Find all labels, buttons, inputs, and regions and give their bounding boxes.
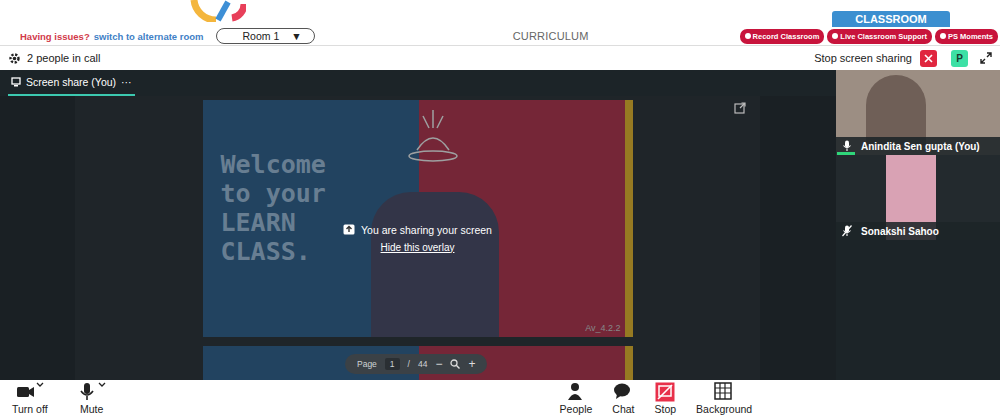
zoom-out-button[interactable]: −: [435, 357, 442, 371]
stop-sharing-label[interactable]: Stop screen sharing: [814, 52, 912, 64]
button-icon-row: [714, 382, 734, 402]
room-select[interactable]: Room 1 ▼: [216, 28, 315, 44]
page-separator: /: [408, 359, 410, 369]
issue-text: Having issues?: [20, 31, 90, 42]
chevron-down-icon[interactable]: [98, 382, 106, 388]
button-label: Stop: [655, 403, 677, 415]
stop-sharing-button[interactable]: [920, 50, 937, 67]
page-label: Page: [357, 359, 377, 369]
camera-icon: [16, 382, 36, 402]
stage-tabs: Screen share (You) ···: [0, 70, 836, 96]
stage: Screen share (You) ··· Welcometo yourLEARN…: [0, 70, 836, 380]
name-bar: Anindita Sen gupta (You): [836, 137, 1000, 155]
more-icon[interactable]: ···: [121, 76, 132, 88]
button-label: Background: [696, 403, 752, 415]
sharing-overlay: You are sharing your screen Hide this ove…: [75, 96, 760, 380]
call-bar: 2 people in call Stop screen sharing P: [0, 45, 1000, 70]
tab-label: Screen share (You): [26, 76, 116, 88]
record-dot-icon: [940, 33, 946, 39]
viewer-area: Welcometo yourLEARNCLASS.Av_4.2.2You are…: [0, 96, 836, 380]
close-icon: [924, 54, 933, 63]
media-controls: Turn off Mute: [8, 382, 110, 415]
dropdown-arrow-icon: ▼: [291, 30, 301, 42]
fullscreen-button[interactable]: [980, 52, 992, 64]
expand-icon: [980, 52, 992, 64]
action-label: PS Moments: [948, 32, 993, 41]
mic-icon: [842, 140, 852, 152]
header-action-button[interactable]: PS Moments: [935, 29, 998, 44]
button-icon-row: [78, 382, 106, 402]
chat-button[interactable]: Chat: [608, 382, 638, 415]
button-label: Turn off: [12, 403, 48, 415]
stop-icon: [655, 382, 675, 402]
name-bar: Sonakshi Sahoo: [836, 222, 1000, 240]
participant-tile[interactable]: Anindita Sen gupta (You): [836, 70, 1000, 155]
button-label: Mute: [80, 403, 103, 415]
header-actions: Record Classroom Live Classroom Support PS…: [740, 29, 998, 44]
external-link-icon[interactable]: [734, 102, 746, 114]
button-icon-row: [566, 382, 586, 402]
button-icon-row: [16, 382, 44, 402]
pdf-viewer: Welcometo yourLEARNCLASS.Av_4.2.2You are…: [75, 96, 760, 380]
camera-button[interactable]: Turn off: [8, 382, 52, 415]
header-top-row: CLASSROOM: [0, 0, 1000, 27]
gear-icon[interactable]: [8, 52, 21, 65]
video-frame: [866, 75, 926, 145]
button-label: People: [560, 403, 593, 415]
action-label: Live Classroom Support: [840, 32, 927, 41]
header-bottom-row: Having issues? switch to alternate room Ro…: [0, 27, 1000, 45]
chevron-down-icon[interactable]: [36, 382, 44, 388]
page-total: 44: [418, 359, 427, 369]
stop-button[interactable]: Stop: [651, 382, 681, 415]
switch-room-link[interactable]: switch to alternate room: [94, 31, 204, 42]
pdf-pager: Page 1 / 44− +: [345, 354, 487, 374]
avatar-badge[interactable]: P: [951, 50, 968, 67]
participant-name: Anindita Sen gupta (You): [861, 141, 980, 152]
curriculum-title[interactable]: CURRICULUM: [513, 30, 589, 42]
call-frame: 2 people in call Stop screen sharing P Scre…: [0, 45, 1000, 417]
stage-tab[interactable]: Screen share (You) ···: [8, 70, 135, 96]
background-button[interactable]: Background: [692, 382, 756, 415]
people-icon: [566, 382, 586, 402]
participant-name: Sonakshi Sahoo: [861, 226, 939, 237]
sharing-text: You are sharing your screen: [361, 224, 492, 236]
header-action-button[interactable]: Record Classroom: [740, 29, 825, 44]
classroom-tab[interactable]: CLASSROOM: [832, 11, 950, 27]
people-button[interactable]: People: [556, 382, 597, 415]
screen-icon: [11, 77, 21, 87]
room-name: Room 1: [243, 30, 280, 42]
background-icon: [714, 382, 734, 402]
button-icon-row: [613, 382, 633, 402]
record-dot-icon: [745, 33, 751, 39]
participant-list: Anindita Sen gupta (You) Sonakshi Sahoo: [836, 70, 1000, 380]
header-action-button[interactable]: Live Classroom Support: [827, 29, 932, 44]
chat-icon: [613, 382, 633, 402]
page-input[interactable]: 1: [385, 358, 400, 370]
action-label: Record Classroom: [753, 32, 820, 41]
zoom-in-button[interactable]: +: [468, 357, 475, 371]
bottom-toolbar: Turn off Mute People Chat Stop Background: [0, 380, 1000, 417]
call-controls: People Chat Stop Background: [556, 382, 757, 415]
button-icon-row: [655, 382, 675, 402]
mic-muted-icon: [842, 225, 852, 237]
people-count: 2 people in call: [27, 52, 100, 64]
sharing-message: You are sharing your screen: [343, 224, 492, 236]
record-dot-icon: [832, 33, 838, 39]
mic-button[interactable]: Mute: [74, 382, 110, 415]
zoom-icon[interactable]: [450, 359, 460, 369]
logo-icon: [188, 0, 246, 22]
hide-overlay-link[interactable]: Hide this overlay: [381, 242, 455, 253]
call-main: Screen share (You) ··· Welcometo yourLEARN…: [0, 70, 1000, 380]
participant-tile[interactable]: Sonakshi Sahoo: [836, 155, 1000, 240]
mic-icon: [78, 382, 98, 402]
button-label: Chat: [612, 403, 634, 415]
top-header: CLASSROOM Having issues? switch to alterna…: [0, 0, 1000, 45]
share-icon: [343, 224, 355, 235]
